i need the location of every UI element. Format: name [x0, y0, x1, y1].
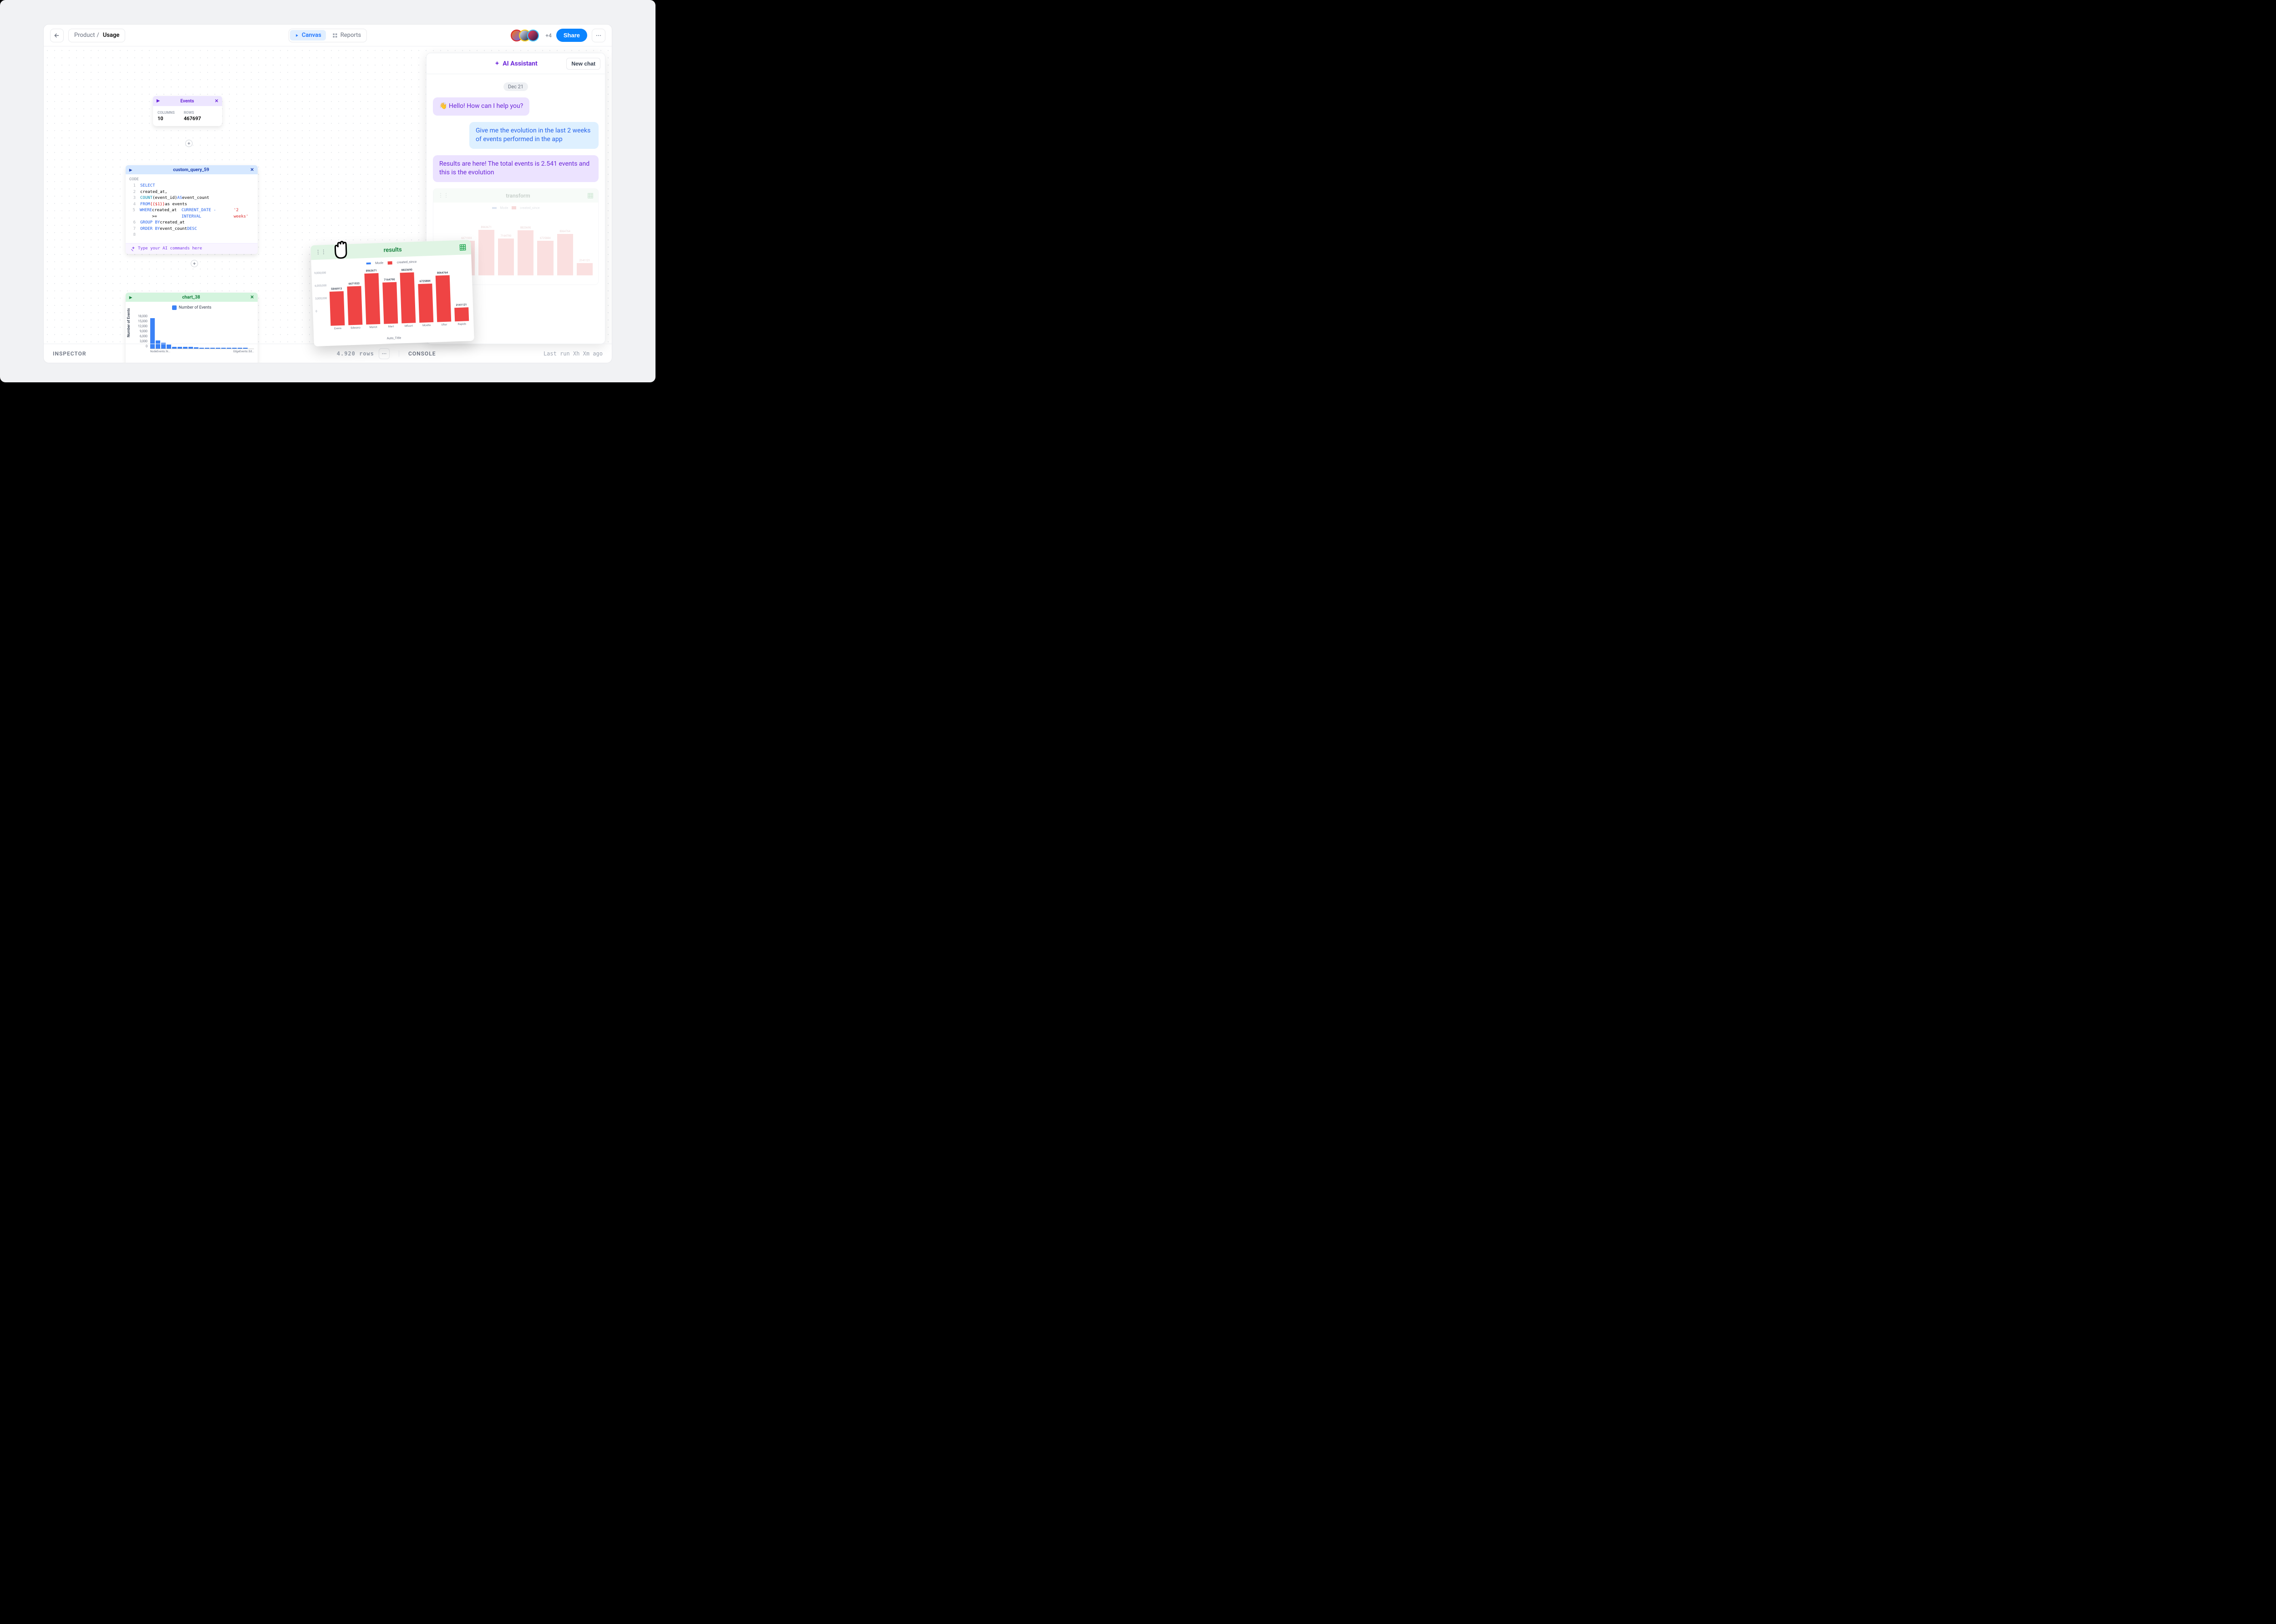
tab-canvas-label: Canvas [302, 32, 321, 39]
breadcrumb[interactable]: Product / Usage [68, 29, 125, 42]
date-badge: Dec 21 [503, 82, 528, 91]
columns-value: 10 [157, 116, 175, 122]
tab-reports-label: Reports [340, 32, 361, 39]
ai-panel-header: AI Assistant New chat [427, 53, 605, 74]
new-chat-button[interactable]: New chat [566, 58, 600, 70]
breadcrumb-current: Usage [103, 32, 120, 39]
play-icon [295, 33, 299, 38]
inspector-tab[interactable]: INSPECTOR 4.920 rows [44, 348, 399, 359]
legend-label: Number of Events [179, 305, 212, 310]
ai-placeholder: Type your AI commands here [138, 246, 202, 251]
add-node-button[interactable]: + [185, 140, 193, 147]
add-node-button[interactable]: + [191, 260, 198, 267]
chart-legend: Number of Events [129, 305, 254, 310]
results-x-label: Auto_Title [314, 334, 474, 343]
avatar-more-count: +4 [545, 32, 552, 39]
tab-canvas[interactable]: Canvas [290, 30, 326, 41]
node-events[interactable]: ▶ Events ✕ COLUMNS 10 ROWS 467697 [153, 96, 222, 126]
code-label: CODE [126, 174, 258, 181]
view-switcher: Canvas Reports [289, 29, 367, 42]
node-events-title: Events [160, 99, 215, 104]
node-chart-title: chart_38 [132, 295, 250, 300]
table-icon [587, 193, 594, 199]
ai-command-input[interactable]: Type your AI commands here [126, 243, 258, 254]
breadcrumb-parent: Product [74, 32, 95, 39]
rows-value: 467697 [184, 116, 201, 122]
results-bars: 5846913Evens6671933Edwono8963671Mariot71… [329, 263, 469, 330]
close-icon[interactable]: ✕ [215, 99, 218, 104]
play-icon[interactable]: ▶ [157, 99, 160, 103]
legend-swatch [172, 305, 177, 310]
table-icon[interactable] [459, 244, 467, 251]
user-message: Give me the evolution in the last 2 week… [469, 122, 599, 149]
node-events-header: ▶ Events ✕ [153, 96, 222, 106]
results-card[interactable]: ⋮⋮ results Mode created_since 9,000,000 … [310, 240, 474, 346]
magic-wand-icon [130, 246, 135, 251]
collaborator-avatars[interactable] [514, 30, 539, 41]
last-run-time: Last run Xh Xm ago [544, 350, 603, 357]
grab-cursor-icon [330, 236, 356, 264]
sparkle-icon [494, 61, 500, 67]
inspector-label: INSPECTOR [53, 350, 86, 357]
console-tab[interactable]: CONSOLE Last run Xh Xm ago [399, 350, 612, 357]
transform-title: transform [449, 193, 587, 199]
more-menu-button[interactable] [592, 29, 605, 42]
rows-label: ROWS [184, 111, 201, 115]
ai-message: 👋 Hello! How can I help you? [433, 97, 529, 116]
node-sql-header: ▶ custom_query_59 ✕ [126, 165, 258, 174]
drag-handle-icon[interactable]: ⋮⋮ [438, 194, 449, 197]
back-button[interactable] [50, 29, 64, 42]
breadcrumb-sep: / [97, 32, 99, 39]
y-axis-label: Number of Events [127, 308, 131, 337]
results-chart: Mode created_since 9,000,000 6,000,000 3… [311, 254, 474, 345]
ai-message: Results are here! The total events is 2.… [433, 155, 599, 182]
sql-editor[interactable]: 1SELECT 2 created_at, 3 COUNT(event_id) … [126, 181, 258, 243]
node-chart-header: ▶ chart_38 ✕ [126, 293, 258, 302]
row-count: 4.920 rows [337, 350, 374, 357]
arrow-left-icon [54, 32, 60, 39]
top-bar: Product / Usage Canvas Reports [44, 25, 612, 46]
console-label: CONSOLE [408, 350, 436, 357]
ai-panel-title: AI Assistant [494, 60, 537, 67]
results-y-ticks: 9,000,000 6,000,000 3,000,000 0 [314, 271, 328, 323]
share-button[interactable]: Share [556, 29, 587, 42]
node-custom-query[interactable]: ▶ custom_query_59 ✕ CODE 1SELECT 2 creat… [126, 165, 258, 254]
avatar [527, 30, 539, 41]
bottom-bar: INSPECTOR 4.920 rows CONSOLE Last run Xh… [44, 344, 612, 363]
dots-horizontal-icon [595, 32, 602, 39]
close-icon[interactable]: ✕ [250, 295, 254, 300]
node-sql-title: custom_query_59 [132, 167, 250, 173]
grid-icon [332, 33, 338, 38]
drag-handle-icon[interactable]: ⋮⋮ [315, 250, 326, 254]
more-menu-button[interactable] [379, 348, 390, 359]
close-icon[interactable]: ✕ [250, 167, 254, 173]
dots-horizontal-icon [381, 351, 387, 356]
tab-reports[interactable]: Reports [328, 30, 366, 41]
columns-label: COLUMNS [157, 111, 175, 115]
